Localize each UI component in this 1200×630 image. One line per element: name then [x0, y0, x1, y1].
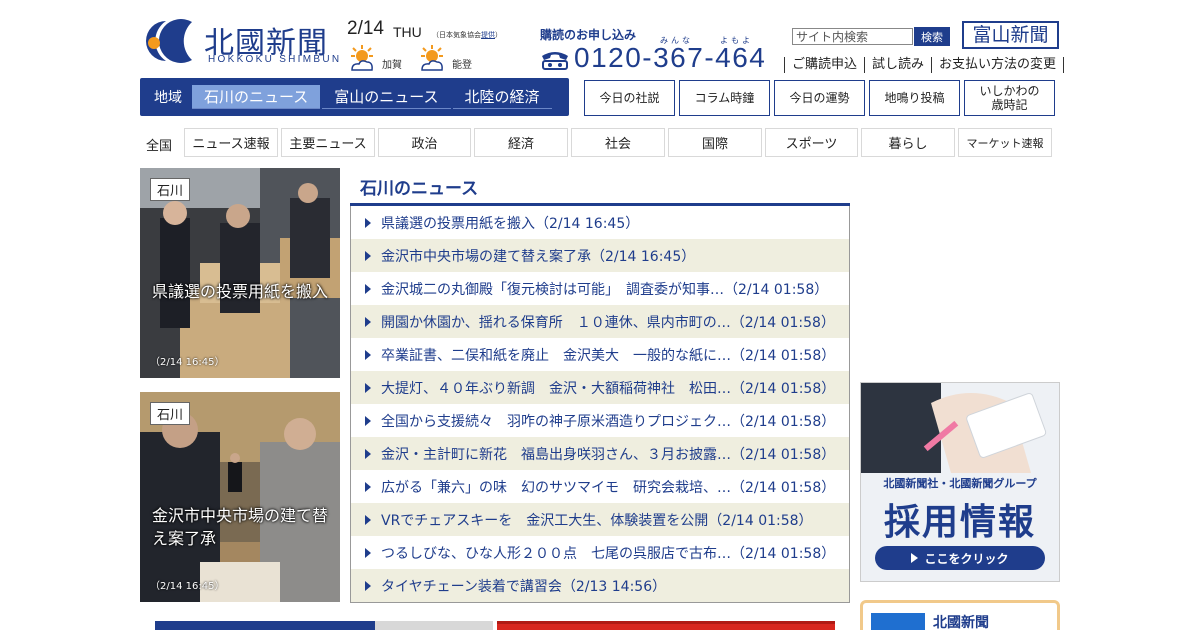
- news-list-item[interactable]: タイヤチェーン装着で講習会（2/13 14:56）: [351, 569, 849, 602]
- bullet-arrow-icon: [365, 283, 371, 294]
- link-trial[interactable]: 試し読み: [864, 57, 931, 73]
- cat-top-news[interactable]: 主要ニュース: [281, 128, 375, 157]
- bullet-arrow-icon: [365, 514, 371, 525]
- news-headline: タイヤチェーン装着で講習会（2/13 14:56）: [381, 578, 667, 595]
- sunny-cloud-icon: [421, 45, 443, 71]
- news-list-item[interactable]: 金沢城二の丸御殿「復元検討は可能」 調査委が知事…（2/14 01:58）: [351, 272, 849, 305]
- news-headline: VRでチェアスキーを 金沢工大生、体験装置を公開（2/14 01:58）: [381, 512, 813, 529]
- nav-ishikawa-calendar[interactable]: いしかわの 歳時記: [964, 80, 1055, 116]
- bullet-arrow-icon: [365, 250, 371, 261]
- tab-toyama-news[interactable]: 富山のニュース: [322, 85, 451, 109]
- news-section-title: 石川のニュース: [360, 179, 479, 199]
- news-headline: つるしびな、ひな人形２００点 七尾の呉服店で古布…（2/14 01:58）: [381, 545, 836, 562]
- recruit-subtitle: 北國新聞社・北國新聞グループ: [883, 477, 1037, 490]
- date: 2/14: [347, 18, 384, 39]
- recruit-click-button[interactable]: ここをクリック: [875, 546, 1045, 570]
- link-subscribe[interactable]: ご購読申込: [784, 57, 864, 73]
- search-input[interactable]: [792, 28, 913, 45]
- sns-box[interactable]: 北國新聞: [860, 600, 1060, 630]
- weather-kaga[interactable]: 加賀: [348, 44, 418, 74]
- bullet-arrow-icon: [365, 382, 371, 393]
- nav-reader-posts[interactable]: 地鳴り投稿: [869, 80, 960, 116]
- search-button[interactable]: 検索: [914, 27, 950, 46]
- weather-credit-link[interactable]: 提供: [481, 31, 495, 39]
- bottom-ad-banner[interactable]: [155, 621, 493, 630]
- weekday: THU: [393, 24, 422, 40]
- news-headline: 県議選の投票用紙を搬入（2/14 16:45）: [381, 215, 640, 232]
- region-label: 地域: [154, 90, 182, 106]
- cat-breaking-news[interactable]: ニュース速報: [184, 128, 278, 157]
- bullet-arrow-icon: [365, 448, 371, 459]
- tab-ishikawa-news[interactable]: 石川のニュース: [192, 85, 321, 109]
- news-headline: 金沢・主計町に新花 福島出身咲羽さん、３月お披露…（2/14 01:58）: [381, 446, 836, 463]
- play-arrow-icon: [911, 553, 919, 563]
- weather-credit: （日本気象協会提供）: [432, 31, 502, 39]
- news-list-item[interactable]: VRでチェアスキーを 金沢工大生、体験装置を公開（2/14 01:58）: [351, 503, 849, 536]
- link-payment-change[interactable]: お支払い方法の変更: [931, 57, 1065, 73]
- news-headline: 金沢市中央市場の建て替え案了承（2/14 16:45）: [381, 248, 696, 265]
- news-list-item[interactable]: 全国から支援続々 羽咋の神子原米酒造りプロジェク…（2/14 01:58）: [351, 404, 849, 437]
- cat-lifestyle[interactable]: 暮らし: [861, 128, 955, 157]
- nav-horoscope[interactable]: 今日の運勢: [774, 80, 865, 116]
- weather-area-label: 能登: [452, 60, 472, 71]
- hokkoku-logo-mark-icon: [146, 19, 192, 64]
- bullet-arrow-icon: [365, 316, 371, 327]
- cat-market[interactable]: マーケット速報: [958, 128, 1052, 157]
- news-list-item[interactable]: 金沢・主計町に新花 福島出身咲羽さん、３月お披露…（2/14 01:58）: [351, 437, 849, 470]
- bullet-arrow-icon: [365, 547, 371, 558]
- photo-card-ballots[interactable]: 石川 県議選の投票用紙を搬入 （2/14 16:45）: [140, 168, 340, 378]
- weather-area-label: 加賀: [382, 60, 402, 71]
- news-list-item[interactable]: 卒業証書、二俣和紙を廃止 金沢美大 一般的な紙に…（2/14 01:58）: [351, 338, 849, 371]
- logo-text-en: HOKKOKU SHIMBUN: [208, 54, 342, 65]
- photo-region-tag: 石川: [150, 178, 191, 201]
- news-list-item[interactable]: 県議選の投票用紙を搬入（2/14 16:45）: [351, 206, 849, 239]
- news-list-item[interactable]: 大提灯、４０年ぶり新調 金沢・大額稲荷神社 松田…（2/14 01:58）: [351, 371, 849, 404]
- photo-caption[interactable]: 県議選の投票用紙を搬入: [152, 280, 336, 303]
- bullet-arrow-icon: [365, 217, 371, 228]
- news-list-item[interactable]: 金沢市中央市場の建て替え案了承（2/14 16:45）: [351, 239, 849, 272]
- site-logo[interactable]: 北國新聞 HOKKOKU SHIMBUN: [140, 16, 340, 66]
- cat-society[interactable]: 社会: [571, 128, 665, 157]
- sns-name: 北國新聞: [933, 615, 989, 630]
- sunny-cloud-icon: [351, 45, 373, 71]
- cat-sports[interactable]: スポーツ: [765, 128, 858, 157]
- cat-economy[interactable]: 経済: [474, 128, 568, 157]
- subscription-phone[interactable]: 0120-367-464: [574, 42, 766, 74]
- cat-international[interactable]: 国際: [668, 128, 762, 157]
- news-headline: 広がる「兼六」の味 幻のサツマイモ 研究会栽培、…（2/14 01:58）: [381, 479, 836, 496]
- bullet-arrow-icon: [365, 481, 371, 492]
- news-headline: 金沢城二の丸御殿「復元検討は可能」 調査委が知事…（2/14 01:58）: [381, 281, 829, 298]
- header-links: ご購読申込 試し読み お支払い方法の変更: [784, 57, 1065, 73]
- photo-caption[interactable]: 金沢市中央市場の建て替え案了承: [152, 504, 336, 550]
- photo-time: （2/14 16:45）: [150, 357, 225, 368]
- cat-politics[interactable]: 政治: [378, 128, 471, 157]
- news-headline: 全国から支援続々 羽咋の神子原米酒造りプロジェク…（2/14 01:58）: [381, 413, 836, 430]
- news-headline: 開園か休園か、揺れる保育所 １０連休、県内市町の…（2/14 01:58）: [381, 314, 835, 331]
- bullet-arrow-icon: [365, 415, 371, 426]
- region-nav: 地域 石川のニュース 富山のニュース 北陸の経済: [140, 78, 569, 116]
- recruit-title: 採用情報: [883, 502, 1036, 543]
- photo-region-tag: 石川: [150, 402, 191, 425]
- weather-noto[interactable]: 能登: [418, 44, 488, 74]
- category-label: 全国: [146, 139, 173, 154]
- bullet-arrow-icon: [365, 349, 371, 360]
- photo-card-market[interactable]: 石川 金沢市中央市場の建て替え案了承 （2/14 16:45）: [140, 392, 340, 602]
- news-list-item[interactable]: 開園か休園か、揺れる保育所 １０連休、県内市町の…（2/14 01:58）: [351, 305, 849, 338]
- news-list-item[interactable]: つるしびな、ひな人形２００点 七尾の呉服店で古布…（2/14 01:58）: [351, 536, 849, 569]
- photo-time: （2/14 16:45）: [150, 581, 225, 592]
- news-headline: 卒業証書、二俣和紙を廃止 金沢美大 一般的な紙に…（2/14 01:58）: [381, 347, 836, 364]
- tab-hokuriku-economy[interactable]: 北陸の経済: [452, 85, 552, 109]
- news-list: 県議選の投票用紙を搬入（2/14 16:45） 金沢市中央市場の建て替え案了承（2…: [350, 206, 850, 603]
- bottom-ad-banner[interactable]: [497, 621, 835, 630]
- subscription-title: 購読のお申し込み: [540, 28, 637, 42]
- news-list-item[interactable]: 広がる「兼六」の味 幻のサツマイモ 研究会栽培、…（2/14 01:58）: [351, 470, 849, 503]
- toyama-shimbun-link[interactable]: 富山新聞: [962, 21, 1059, 49]
- hokkoku-app-icon: [871, 613, 925, 630]
- nav-editorial[interactable]: 今日の社説: [584, 80, 675, 116]
- bullet-arrow-icon: [365, 580, 371, 591]
- phone-icon: [542, 52, 568, 70]
- recruit-banner[interactable]: 北國新聞社・北國新聞グループ 採用情報 ここをクリック: [860, 382, 1060, 582]
- nav-column-jisho[interactable]: コラム時鐘: [679, 80, 770, 116]
- news-headline: 大提灯、４０年ぶり新調 金沢・大額稲荷神社 松田…（2/14 01:58）: [381, 380, 836, 397]
